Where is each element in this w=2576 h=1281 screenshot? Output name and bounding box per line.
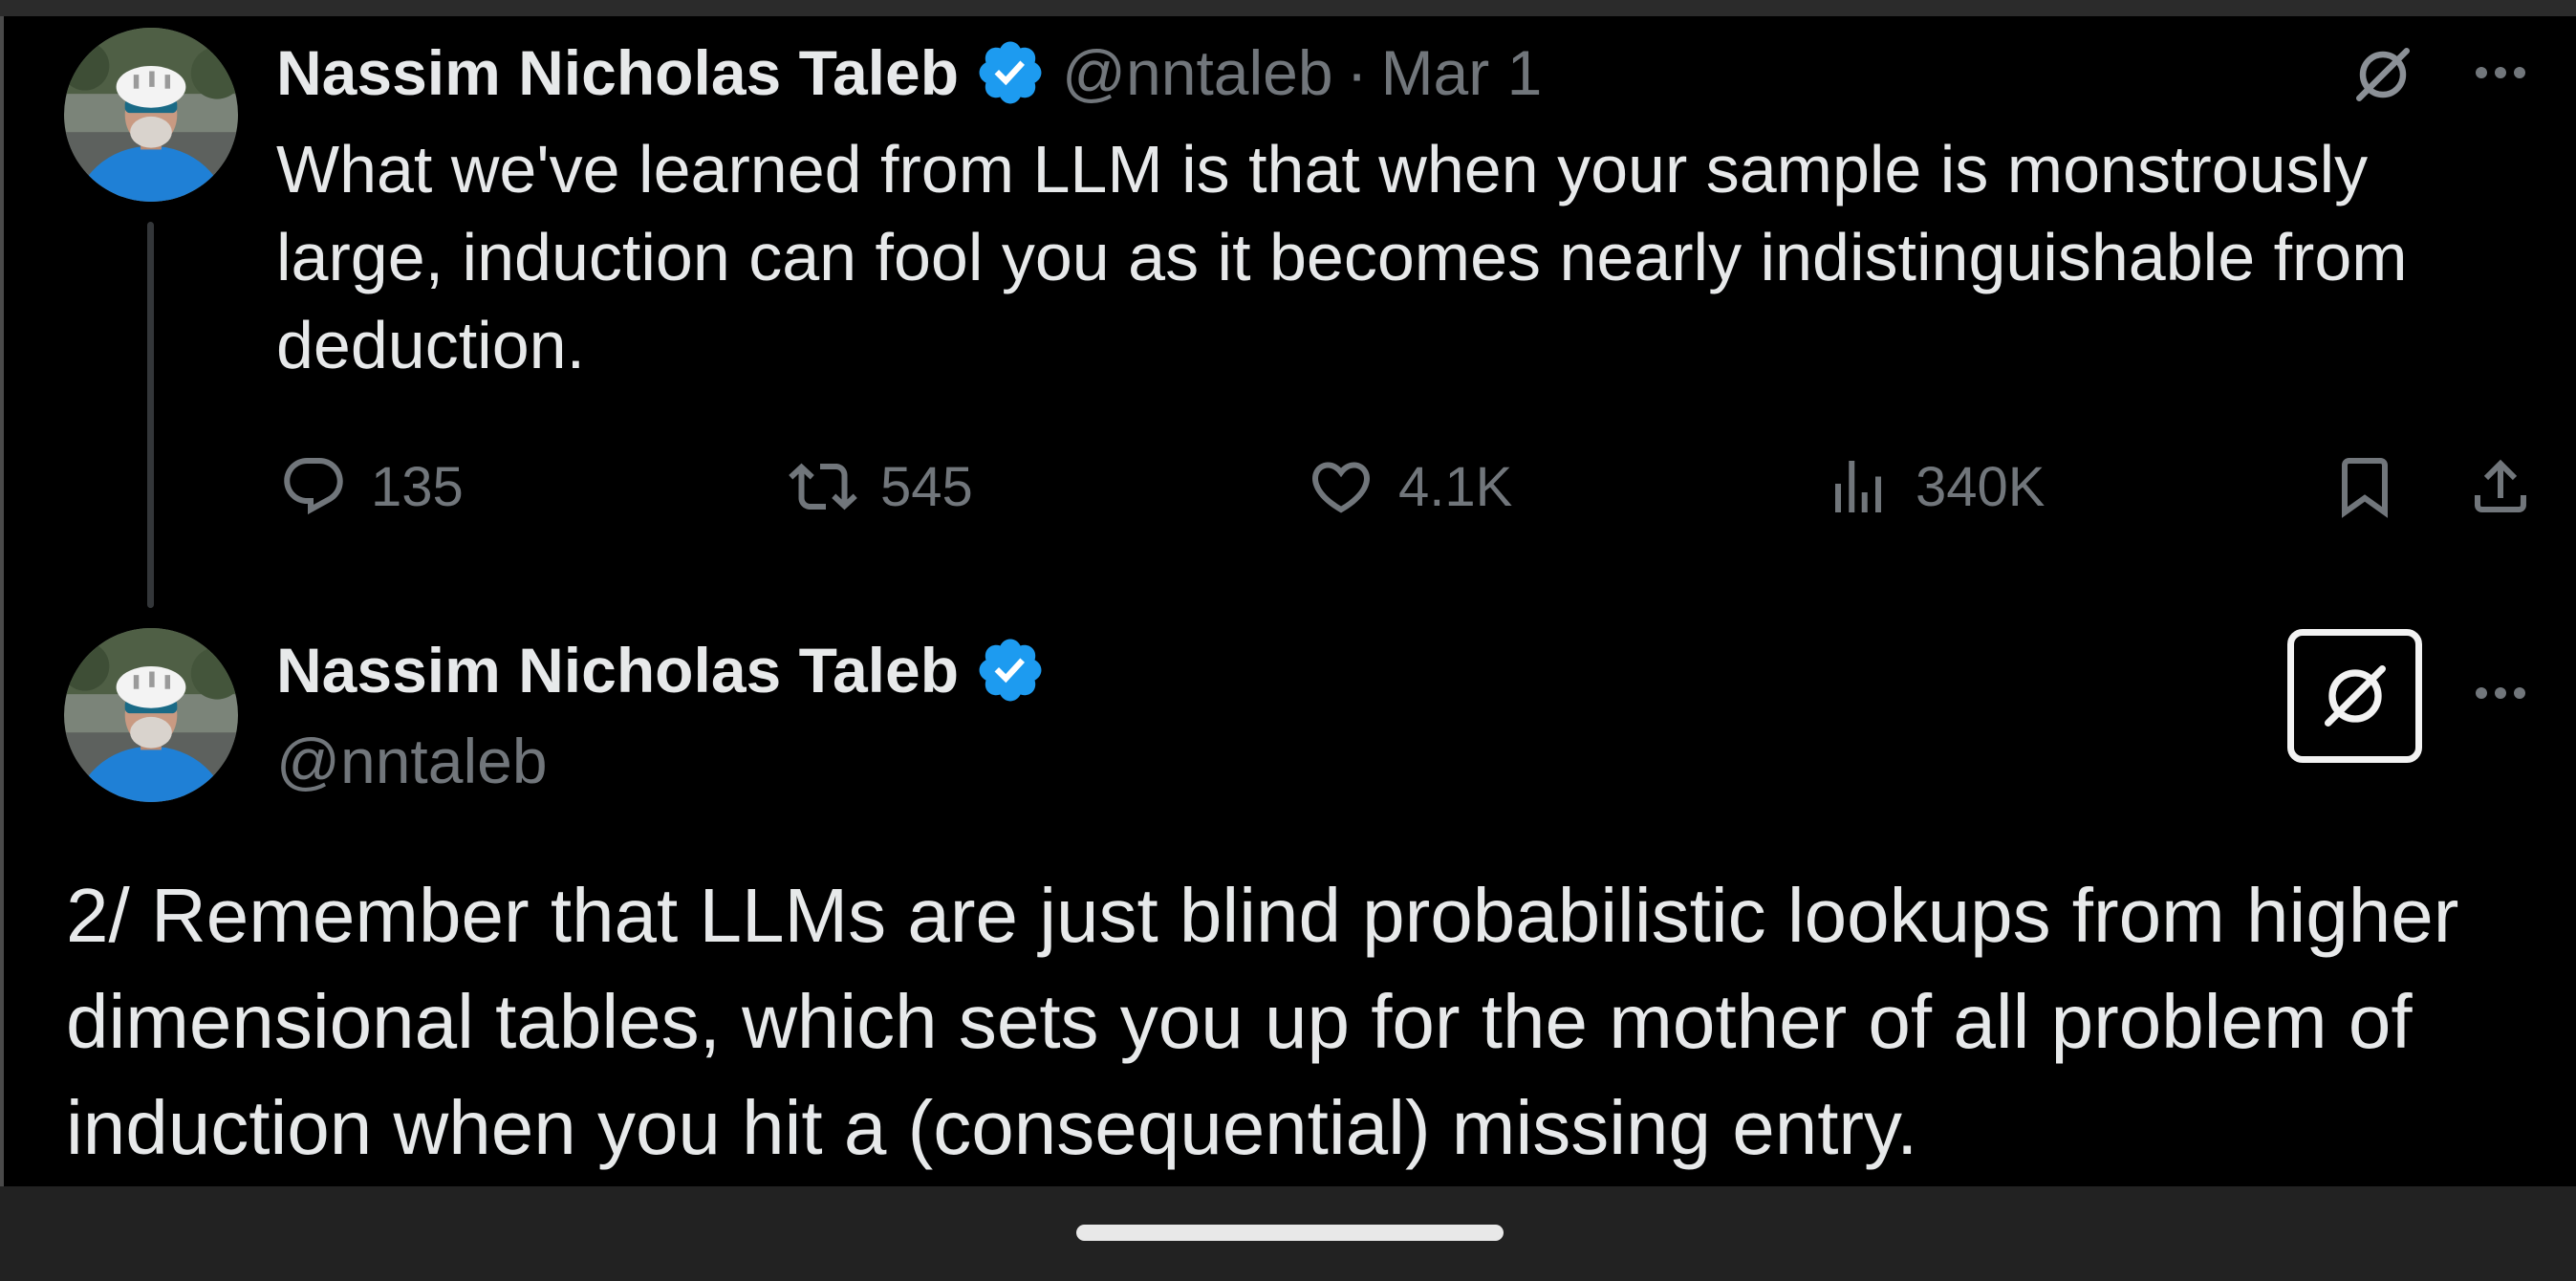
thread-connector-line — [147, 222, 154, 608]
avatar-photo — [64, 28, 238, 202]
author-avatar[interactable] — [64, 628, 238, 802]
repost-count: 545 — [880, 455, 973, 518]
tweet-date[interactable]: Mar 1 — [1381, 36, 1543, 109]
views-count: 340K — [1916, 455, 2046, 518]
more-options-icon[interactable] — [2470, 46, 2531, 99]
tweet-header: Nassim Nicholas Taleb — [276, 627, 1047, 713]
top-status-strip — [0, 0, 2576, 16]
share-icon — [2466, 452, 2535, 521]
tweet-text-line: 2/ Remember that LLMs are just blind pro… — [66, 873, 2459, 958]
tweet-text-line: What we've learned from LLM is that when… — [276, 132, 2369, 206]
author-handle[interactable]: @nntaleb — [1062, 36, 1333, 109]
reply-button[interactable]: 135 — [279, 452, 464, 521]
bookmark-button[interactable] — [2330, 452, 2399, 521]
home-indicator[interactable] — [1076, 1225, 1504, 1241]
tweet-text-line: large, induction can fool you as it beco… — [276, 220, 2408, 294]
tweet-text-line: induction when you hit a (consequential)… — [66, 1085, 1918, 1170]
author-name[interactable]: Nassim Nicholas Taleb — [276, 634, 959, 706]
reply-icon — [279, 452, 348, 521]
author-handle[interactable]: @nntaleb — [276, 718, 548, 804]
tweet-thread-screen: Nassim Nicholas Taleb @nntaleb · Mar 1 W… — [0, 0, 2576, 1281]
left-edge-border — [0, 16, 4, 1186]
tweet-text: 2/ Remember that LLMs are just blind pro… — [66, 862, 2458, 1181]
repost-button[interactable]: 545 — [789, 452, 973, 521]
tweet-text: What we've learned from LLM is that when… — [276, 125, 2408, 389]
author-avatar[interactable] — [64, 28, 238, 202]
bookmark-icon — [2330, 452, 2399, 521]
repost-icon — [789, 452, 857, 521]
header-separator: · — [1346, 37, 1368, 108]
grok-button[interactable] — [2287, 629, 2422, 763]
verified-badge-icon[interactable] — [974, 36, 1047, 109]
like-count: 4.1K — [1398, 455, 1513, 518]
more-options-icon[interactable] — [2470, 666, 2531, 720]
reply-count: 135 — [371, 455, 464, 518]
grok-icon[interactable] — [2349, 41, 2416, 108]
tweet-text-line: deduction. — [276, 308, 586, 382]
heart-icon — [1307, 452, 1375, 521]
like-button[interactable]: 4.1K — [1307, 452, 1512, 521]
verified-badge-icon[interactable] — [974, 634, 1047, 706]
author-name[interactable]: Nassim Nicholas Taleb — [276, 36, 959, 109]
share-button[interactable] — [2466, 452, 2535, 521]
views-chart-icon — [1824, 452, 1893, 521]
tweet-header: Nassim Nicholas Taleb @nntaleb · Mar 1 — [276, 30, 1542, 116]
views-button[interactable]: 340K — [1824, 452, 2045, 521]
grok-icon — [2324, 665, 2386, 727]
avatar-photo — [64, 628, 238, 802]
tweet-text-line: dimensional tables, which sets you up fo… — [66, 979, 2413, 1064]
